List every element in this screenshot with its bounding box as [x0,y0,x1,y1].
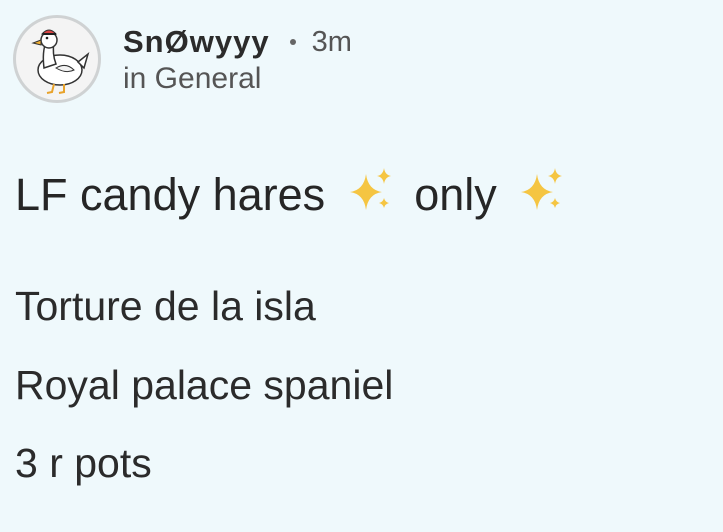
post-body-line: 3 r pots [15,440,152,486]
post-title-part1: LF candy hares [15,169,326,220]
author-username[interactable]: SnØwyyy [123,24,270,60]
post-body-line: Torture de la isla [15,283,316,329]
post-time: 3m [311,25,352,58]
duck-avatar-icon [31,29,90,94]
avatar[interactable] [13,15,101,103]
post-meta-top: SnØwyyy 3m [123,22,352,62]
post-header: SnØwyyy 3m in General [13,13,352,105]
sparkles-icon [521,168,563,210]
post-title: LF candy hares only [15,164,573,225]
post-meta: SnØwyyy 3m in General [123,22,352,96]
post-body-line: Royal palace spaniel [15,362,394,408]
sparkles-icon [349,168,391,210]
post-title-part2: only [414,169,497,220]
post-card: SnØwyyy 3m in General LF candy hares onl… [0,0,723,532]
community-link[interactable]: in General [123,62,352,96]
separator-dot-icon [289,39,296,45]
